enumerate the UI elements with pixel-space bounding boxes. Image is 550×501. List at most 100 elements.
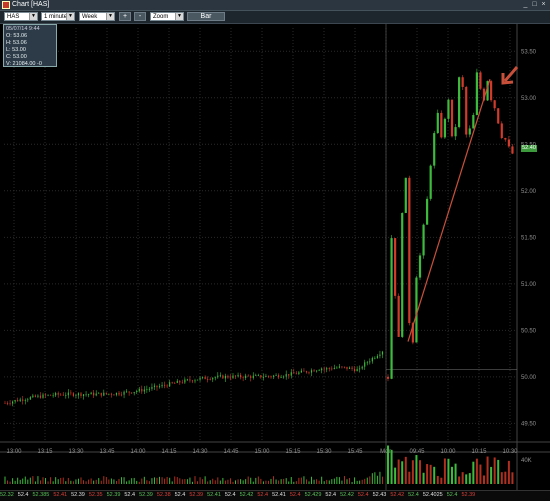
volume-bar	[143, 476, 145, 484]
candle-body	[298, 372, 300, 374]
volume-bar	[415, 455, 418, 484]
close-icon[interactable]: ×	[540, 1, 547, 8]
volume-bar	[397, 459, 400, 484]
volume-bar	[22, 478, 24, 484]
candle-body	[341, 366, 343, 368]
footer-price: 52.4	[325, 492, 337, 498]
interval-select[interactable]: 1 minute ▼	[41, 12, 75, 21]
candle-body	[252, 375, 254, 378]
volume-bar	[379, 471, 381, 484]
volume-bar	[447, 458, 450, 484]
candle-body	[207, 379, 209, 380]
candle-body	[194, 380, 196, 382]
x-tick-label: 13:15	[37, 449, 53, 455]
volume-bar	[115, 480, 117, 484]
range-select[interactable]: Week ▼	[79, 12, 115, 21]
volume-bar	[381, 476, 383, 484]
volume-bar	[123, 477, 125, 484]
candle-body	[227, 375, 229, 378]
volume-bar	[151, 478, 153, 484]
candle-body	[85, 394, 87, 396]
window-titlebar: Chart [HAS] _ □ ×	[0, 0, 550, 11]
symbol-select[interactable]: HAS ▼	[4, 12, 38, 21]
volume-bar	[72, 481, 74, 484]
volume-bar	[171, 481, 173, 484]
bar-type-button[interactable]: Bar	[187, 12, 225, 21]
volume-bar	[169, 477, 171, 484]
zoom-in-button[interactable]: +	[119, 12, 131, 21]
volume-bar	[288, 481, 290, 484]
chevron-down-icon[interactable]: ▼	[29, 13, 37, 20]
volume-bar	[93, 480, 95, 484]
candle-body	[379, 354, 381, 357]
volume-bar	[136, 480, 138, 484]
candlesticks	[4, 68, 514, 407]
candle-body	[189, 379, 191, 381]
candle-body	[4, 402, 6, 404]
volume-bar	[336, 476, 338, 484]
x-tick-label: 14:45	[223, 449, 239, 455]
x-tick-label: 10:30	[502, 449, 518, 455]
app-icon	[2, 1, 10, 9]
candle-body	[67, 392, 69, 396]
volume-bar	[275, 479, 277, 484]
candle-body	[305, 371, 308, 373]
candle-body	[394, 238, 397, 296]
candle-body	[209, 379, 211, 381]
y-tick-label: 50.50	[521, 328, 537, 334]
volume-bar	[32, 476, 34, 484]
candle-body	[156, 385, 158, 388]
candle-body	[472, 114, 475, 129]
candle-body	[288, 374, 290, 376]
candle-body	[133, 392, 135, 394]
candle-body	[131, 392, 133, 394]
volume-axis-label: 40K	[521, 458, 532, 464]
zoom-out-button[interactable]: -	[134, 12, 146, 21]
candle-body	[318, 370, 320, 372]
candle-body	[262, 376, 264, 378]
minimize-icon[interactable]: _	[522, 1, 529, 8]
maximize-icon[interactable]: □	[531, 1, 538, 8]
footer-price: 52.4	[224, 492, 236, 498]
footer-price: 52.4	[446, 492, 458, 498]
candle-body	[293, 372, 295, 374]
chevron-down-icon[interactable]: ▼	[66, 13, 74, 20]
volume-bar	[181, 479, 183, 484]
range-value: Week	[82, 14, 98, 20]
footer-price: 52.32	[0, 492, 14, 498]
last-price-tag: 52.40	[521, 145, 537, 152]
volume-bar	[245, 479, 247, 484]
candle-body	[422, 224, 425, 256]
volume-bar	[65, 481, 67, 484]
candle-body	[158, 386, 161, 388]
x-tick-label: 10:15	[471, 449, 487, 455]
footer-price: 52.41	[272, 492, 286, 498]
volume-bar	[37, 476, 39, 484]
price-chart[interactable]: 53.5053.0052.5052.0051.5051.0050.5050.00…	[0, 24, 550, 490]
volume-bar	[321, 476, 323, 484]
chart-area[interactable]: 53.5053.0052.5052.0051.5051.0050.5050.00…	[0, 24, 550, 500]
volume-bar	[227, 479, 229, 484]
volume-bar	[77, 478, 79, 484]
volume-bar	[323, 481, 325, 484]
volume-bar	[328, 480, 330, 484]
volume-bar	[458, 476, 461, 484]
volume-bar	[267, 480, 269, 484]
volume-bar	[422, 472, 425, 484]
candle-body	[356, 369, 358, 372]
volume-bar	[361, 479, 363, 484]
zoom-select[interactable]: Zoom ▼	[150, 12, 184, 21]
volume-bar	[273, 476, 275, 484]
chevron-down-icon[interactable]: ▼	[106, 13, 114, 20]
volume-bar	[419, 460, 421, 484]
volume-bar	[255, 477, 257, 484]
candle-body	[169, 382, 171, 387]
candle-body	[19, 399, 21, 402]
candle-body	[346, 366, 348, 369]
volume-bar	[387, 445, 389, 484]
chevron-down-icon[interactable]: ▼	[175, 13, 183, 20]
volume-bar	[411, 460, 414, 484]
candle-body	[401, 213, 404, 337]
volume-bar	[174, 476, 176, 484]
candle-body	[272, 375, 275, 377]
